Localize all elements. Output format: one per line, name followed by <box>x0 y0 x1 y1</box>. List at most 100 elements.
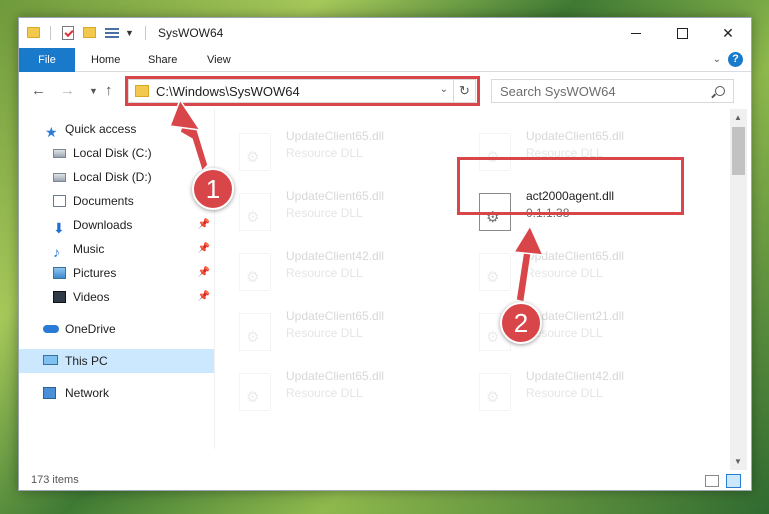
sidebar-item-pictures[interactable]: Pictures 📌 <box>19 261 214 285</box>
sidebar-item-label: Videos <box>73 290 110 304</box>
sidebar-item-label: Quick access <box>65 122 137 136</box>
sidebar-item-label: Local Disk (D:) <box>73 170 152 184</box>
file-item[interactable]: UpdateClient65.dll Resource DLL <box>219 125 454 177</box>
file-item[interactable]: UpdateClient65.dll Resource DLL <box>219 365 454 417</box>
tab-share[interactable]: Share <box>138 48 187 72</box>
sidebar-item-local-disk-d[interactable]: Local Disk (D:) <box>19 165 214 189</box>
network-icon <box>43 387 56 399</box>
star-icon: ★ <box>45 124 58 140</box>
pin-icon[interactable]: 📌 <box>198 213 210 237</box>
file-item[interactable]: UpdateClient65.dll Resource DLL <box>219 305 454 357</box>
file-description: Resource DLL <box>526 386 603 400</box>
file-item[interactable]: UpdateClient42.dll Resource DLL <box>459 365 694 417</box>
maximize-button[interactable] <box>659 18 705 48</box>
dll-file-icon <box>239 313 271 351</box>
customize-toolbar-chevron-icon[interactable]: ▼ <box>125 28 134 44</box>
computer-icon <box>43 355 58 365</box>
tab-view[interactable]: View <box>197 48 241 72</box>
ribbon-tabs: File Home Share View ⌄ ? <box>19 48 751 72</box>
download-icon: ⬇ <box>53 220 65 236</box>
disk-icon <box>53 173 66 182</box>
expand-ribbon-chevron-icon[interactable]: ⌄ <box>713 54 721 65</box>
tab-home[interactable]: Home <box>81 48 130 72</box>
search-input[interactable]: Search SysWOW64 <box>491 79 734 103</box>
sidebar-item-local-disk-c[interactable]: Local Disk (C:) <box>19 141 214 165</box>
sidebar-item-label: This PC <box>65 354 108 368</box>
pictures-icon <box>53 267 66 279</box>
new-folder-icon[interactable] <box>83 27 96 38</box>
video-icon <box>53 291 66 303</box>
properties-icon[interactable] <box>62 26 74 40</box>
file-name: UpdateClient65.dll <box>526 249 625 263</box>
scroll-down-arrow-icon[interactable]: ▼ <box>734 457 742 466</box>
status-bar: 173 items <box>19 470 751 490</box>
step-1-badge: 1 <box>192 168 234 210</box>
title-bar: ▼ SysWOW64 ✕ <box>19 18 751 48</box>
step-2-badge: 2 <box>500 302 542 344</box>
file-description: Resource DLL <box>286 386 363 400</box>
minimize-button[interactable] <box>613 18 659 48</box>
address-highlight-box <box>125 76 480 106</box>
file-name: UpdateClient65.dll <box>286 369 385 383</box>
search-icon[interactable] <box>715 86 725 96</box>
file-description: Resource DLL <box>526 266 603 280</box>
disk-icon <box>53 149 66 158</box>
item-count: 173 items <box>31 474 79 486</box>
vertical-scrollbar[interactable]: ▲ ▼ <box>730 109 747 470</box>
tab-file[interactable]: File <box>19 48 75 72</box>
sidebar-item-label: Pictures <box>73 266 117 280</box>
sidebar-item-label: Network <box>65 386 110 400</box>
view-icon[interactable] <box>105 26 119 40</box>
file-name: UpdateClient42.dll <box>286 249 385 263</box>
dll-file-icon <box>479 253 511 291</box>
scrollbar-thumb[interactable] <box>732 127 745 175</box>
sidebar-item-label: Local Disk (C:) <box>73 146 152 160</box>
file-item[interactable]: UpdateClient65.dll Resource DLL <box>219 185 454 237</box>
file-name: UpdateClient65.dll <box>286 189 385 203</box>
sidebar-item-this-pc[interactable]: This PC <box>19 349 214 373</box>
sidebar-item-documents[interactable]: Documents <box>19 189 214 213</box>
dll-file-icon <box>239 193 271 231</box>
large-icons-view-icon[interactable] <box>726 474 741 488</box>
up-arrow-icon[interactable]: ↑ <box>105 82 113 99</box>
file-item[interactable]: UpdateClient65.dll Resource DLL <box>459 245 694 297</box>
explorer-window: ▼ SysWOW64 ✕ File Home Share View ⌄ ? ← … <box>18 17 752 491</box>
sidebar-item-music[interactable]: ♪ Music 📌 <box>19 237 214 261</box>
dll-file-icon <box>239 373 271 411</box>
file-item[interactable]: UpdateClient42.dll Resource DLL <box>219 245 454 297</box>
sidebar-item-quick-access[interactable]: ★ Quick access <box>19 117 214 141</box>
window-title: SysWOW64 <box>158 26 224 40</box>
file-highlight-box <box>457 157 684 215</box>
sidebar-item-network[interactable]: Network <box>19 381 214 405</box>
back-arrow-icon[interactable]: ← <box>31 82 46 99</box>
file-name: UpdateClient65.dll <box>286 309 385 323</box>
document-icon <box>53 195 66 207</box>
file-name: UpdateClient42.dll <box>526 369 625 383</box>
dll-file-icon <box>239 133 271 171</box>
search-placeholder: Search SysWOW64 <box>500 84 616 99</box>
navigation-bar: ← → ▼ ↑ C:\Windows\SysWOW64 ⌄ ↻ Search S… <box>19 73 751 109</box>
sidebar-item-label: Documents <box>73 194 134 208</box>
sidebar-item-onedrive[interactable]: OneDrive <box>19 317 214 341</box>
file-description: Resource DLL <box>286 206 363 220</box>
file-item[interactable]: UpdateClient21.dll Resource DLL <box>459 305 694 357</box>
sidebar-item-downloads[interactable]: ⬇ Downloads 📌 <box>19 213 214 237</box>
sidebar-item-label: Downloads <box>73 218 133 232</box>
sidebar-item-videos[interactable]: Videos 📌 <box>19 285 214 309</box>
cloud-icon <box>43 325 59 333</box>
pin-icon[interactable]: 📌 <box>198 261 210 285</box>
recent-locations-chevron-icon[interactable]: ▼ <box>89 86 98 96</box>
pin-icon[interactable]: 📌 <box>198 237 210 261</box>
help-icon[interactable]: ? <box>728 52 743 67</box>
pane-divider[interactable] <box>214 109 215 449</box>
forward-arrow-icon[interactable]: → <box>60 82 75 99</box>
dll-file-icon <box>239 253 271 291</box>
music-icon: ♪ <box>53 244 60 260</box>
details-view-icon[interactable] <box>705 475 719 487</box>
scroll-up-arrow-icon[interactable]: ▲ <box>734 113 742 122</box>
pin-icon[interactable]: 📌 <box>198 285 210 309</box>
divider <box>50 26 51 40</box>
file-description: Resource DLL <box>286 266 363 280</box>
file-name: UpdateClient65.dll <box>526 129 625 143</box>
close-button[interactable]: ✕ <box>705 18 751 48</box>
